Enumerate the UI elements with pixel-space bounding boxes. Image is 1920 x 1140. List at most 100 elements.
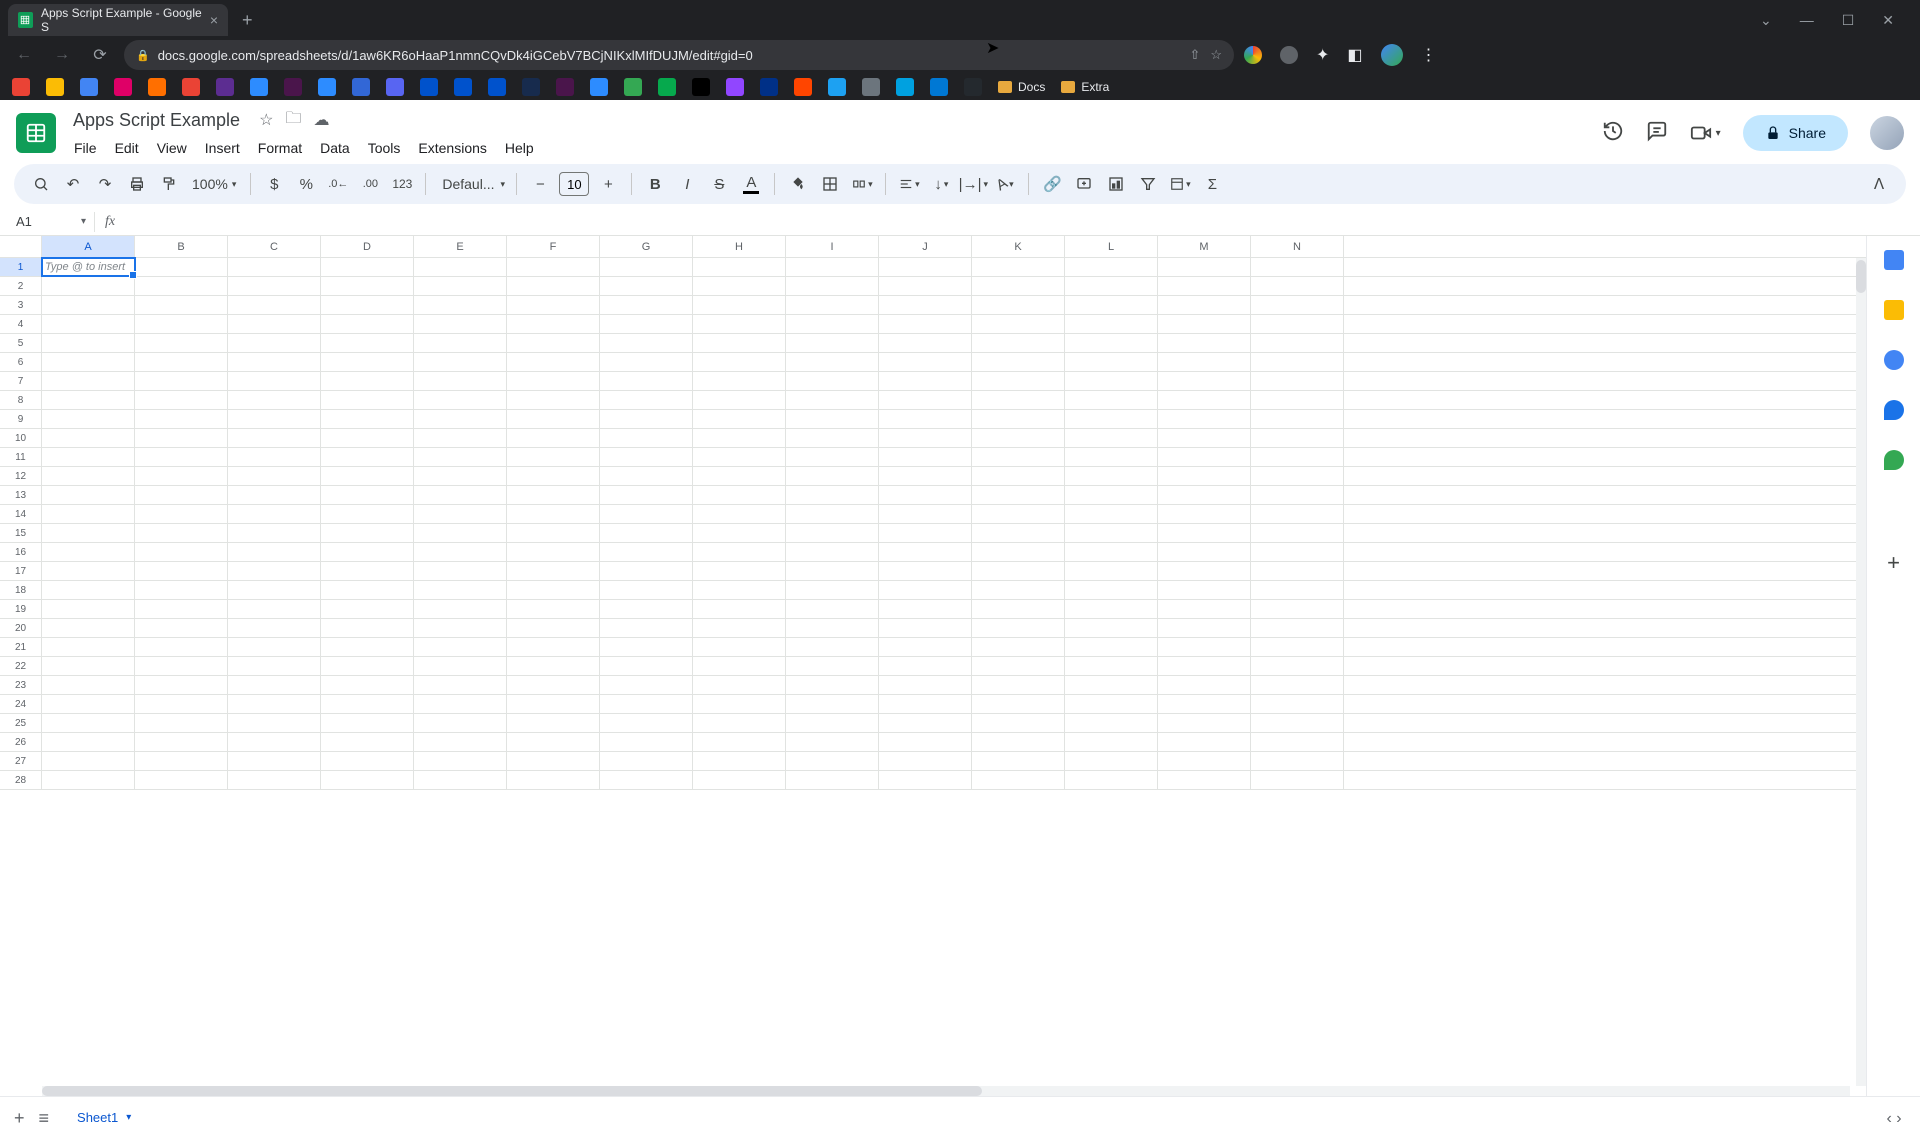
menu-view[interactable]: View xyxy=(149,136,195,160)
sheets-home-icon[interactable] xyxy=(16,113,56,153)
cell[interactable] xyxy=(414,315,507,333)
cell[interactable] xyxy=(1251,619,1344,637)
cell[interactable] xyxy=(42,277,135,295)
bookmark-icon[interactable] xyxy=(80,78,98,96)
cell[interactable] xyxy=(693,258,786,276)
cell[interactable] xyxy=(414,410,507,428)
cell[interactable] xyxy=(1158,714,1251,732)
cell[interactable] xyxy=(786,543,879,561)
cell[interactable] xyxy=(786,467,879,485)
cell[interactable] xyxy=(1065,410,1158,428)
cell[interactable] xyxy=(693,676,786,694)
cell[interactable] xyxy=(786,353,879,371)
row-header[interactable]: 4 xyxy=(0,315,42,333)
cell[interactable] xyxy=(228,638,321,656)
menu-edit[interactable]: Edit xyxy=(107,136,147,160)
cell[interactable] xyxy=(42,714,135,732)
cell[interactable] xyxy=(600,410,693,428)
h-align-icon[interactable] xyxy=(894,169,924,199)
bookmark-icon[interactable] xyxy=(590,78,608,96)
cell[interactable] xyxy=(507,486,600,504)
collapse-toolbar-icon[interactable]: ᐱ xyxy=(1864,169,1894,199)
cell[interactable] xyxy=(1065,752,1158,770)
cell[interactable] xyxy=(693,486,786,504)
cell[interactable] xyxy=(1158,771,1251,789)
cell[interactable] xyxy=(879,638,972,656)
cell[interactable] xyxy=(42,429,135,447)
bookmark-icon[interactable] xyxy=(454,78,472,96)
cell[interactable] xyxy=(879,562,972,580)
cell[interactable] xyxy=(693,391,786,409)
cell[interactable] xyxy=(135,524,228,542)
profile-avatar[interactable] xyxy=(1870,116,1904,150)
cell[interactable] xyxy=(786,258,879,276)
bookmark-icon[interactable] xyxy=(964,78,982,96)
cell[interactable] xyxy=(1158,600,1251,618)
cell[interactable] xyxy=(321,581,414,599)
cell[interactable] xyxy=(693,524,786,542)
cell[interactable] xyxy=(972,258,1065,276)
cell[interactable] xyxy=(414,429,507,447)
cell[interactable] xyxy=(1251,391,1344,409)
bookmark-icon[interactable] xyxy=(794,78,812,96)
row-header[interactable]: 25 xyxy=(0,714,42,732)
cell[interactable] xyxy=(507,771,600,789)
cell[interactable] xyxy=(1158,277,1251,295)
bookmark-star-icon[interactable]: ☆ xyxy=(1210,47,1222,63)
column-header[interactable]: H xyxy=(693,236,786,257)
cell[interactable] xyxy=(972,752,1065,770)
cell[interactable] xyxy=(786,619,879,637)
cell[interactable] xyxy=(321,695,414,713)
maximize-icon[interactable]: ☐ xyxy=(1842,12,1855,29)
cell[interactable] xyxy=(228,562,321,580)
bookmark-icon[interactable] xyxy=(726,78,744,96)
cell[interactable] xyxy=(879,296,972,314)
cell[interactable] xyxy=(786,334,879,352)
cell[interactable] xyxy=(42,467,135,485)
cell[interactable] xyxy=(321,467,414,485)
cell[interactable] xyxy=(786,410,879,428)
cell[interactable] xyxy=(1251,315,1344,333)
chrome-profile-avatar[interactable] xyxy=(1381,44,1403,66)
cell[interactable] xyxy=(972,695,1065,713)
cell[interactable] xyxy=(42,486,135,504)
cell[interactable] xyxy=(507,353,600,371)
reload-button[interactable]: ⟳ xyxy=(86,45,114,65)
extensions-icon[interactable]: ✦ xyxy=(1316,45,1329,65)
cell[interactable] xyxy=(786,372,879,390)
cell[interactable] xyxy=(321,277,414,295)
cell[interactable] xyxy=(1065,315,1158,333)
cell[interactable] xyxy=(507,733,600,751)
row-header[interactable]: 27 xyxy=(0,752,42,770)
cell[interactable] xyxy=(135,410,228,428)
cell[interactable] xyxy=(414,733,507,751)
bookmark-icon[interactable] xyxy=(624,78,642,96)
column-header[interactable]: M xyxy=(1158,236,1251,257)
cell[interactable] xyxy=(1158,391,1251,409)
cell[interactable] xyxy=(879,277,972,295)
cell[interactable] xyxy=(600,448,693,466)
column-header[interactable]: I xyxy=(786,236,879,257)
cell[interactable] xyxy=(693,448,786,466)
print-icon[interactable] xyxy=(122,169,152,199)
row-header[interactable]: 19 xyxy=(0,600,42,618)
cell[interactable] xyxy=(228,505,321,523)
cell[interactable] xyxy=(693,657,786,675)
cell[interactable] xyxy=(786,524,879,542)
cell[interactable] xyxy=(1251,258,1344,276)
column-header[interactable]: B xyxy=(135,236,228,257)
cell[interactable] xyxy=(321,524,414,542)
cell[interactable] xyxy=(414,467,507,485)
cell[interactable] xyxy=(135,752,228,770)
cell[interactable] xyxy=(135,638,228,656)
row-header[interactable]: 14 xyxy=(0,505,42,523)
cell[interactable] xyxy=(786,657,879,675)
cell[interactable] xyxy=(414,695,507,713)
cell[interactable] xyxy=(1251,695,1344,713)
cell[interactable] xyxy=(600,467,693,485)
bookmark-icon[interactable] xyxy=(658,78,676,96)
cell[interactable] xyxy=(600,562,693,580)
cell[interactable] xyxy=(414,752,507,770)
cell[interactable] xyxy=(507,277,600,295)
cell[interactable] xyxy=(1065,334,1158,352)
